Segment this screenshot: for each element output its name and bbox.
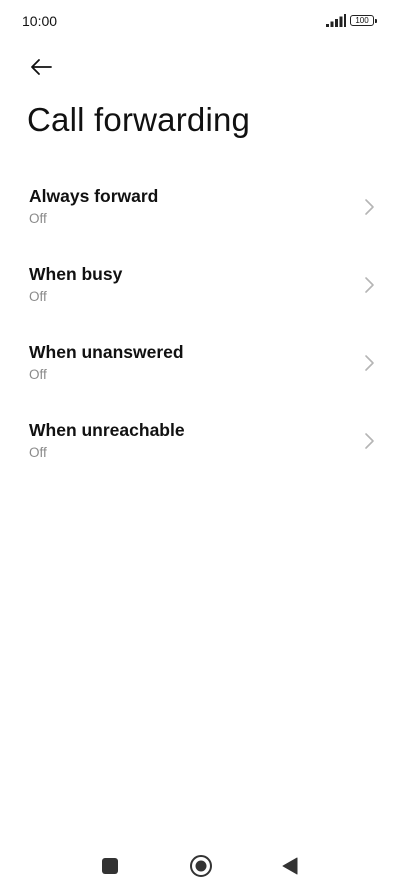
chevron-right-icon bbox=[365, 277, 374, 293]
page-title: Call forwarding bbox=[27, 101, 251, 138]
back-button[interactable] bbox=[24, 50, 58, 84]
battery-icon: 100 bbox=[350, 15, 377, 26]
navigation-bar bbox=[0, 844, 401, 892]
chevron-right-icon bbox=[365, 199, 374, 215]
item-status: Off bbox=[29, 211, 47, 226]
arrow-left-icon bbox=[31, 59, 52, 75]
recents-button[interactable] bbox=[102, 858, 118, 874]
list-item-when-busy[interactable]: When busy Off bbox=[0, 248, 401, 326]
settings-list: Always forward Off When busy Off When un… bbox=[0, 170, 401, 482]
home-button[interactable] bbox=[189, 854, 213, 878]
item-status: Off bbox=[29, 289, 47, 304]
chevron-right-icon bbox=[365, 355, 374, 371]
chevron-right-icon bbox=[365, 433, 374, 449]
item-title: When unreachable bbox=[29, 420, 185, 440]
item-status: Off bbox=[29, 367, 47, 382]
nav-back-button[interactable] bbox=[281, 856, 299, 876]
item-title: When busy bbox=[29, 264, 123, 284]
triangle-back-icon bbox=[282, 857, 298, 875]
item-title: Always forward bbox=[29, 186, 159, 206]
item-title: When unanswered bbox=[29, 342, 184, 362]
status-bar: 10:00 100 bbox=[0, 0, 401, 44]
list-item-when-unreachable[interactable]: When unreachable Off bbox=[0, 404, 401, 482]
signal-icon bbox=[326, 14, 346, 27]
item-status: Off bbox=[29, 445, 47, 460]
list-item-always-forward[interactable]: Always forward Off bbox=[0, 170, 401, 248]
battery-level: 100 bbox=[355, 16, 369, 25]
list-item-when-unanswered[interactable]: When unanswered Off bbox=[0, 326, 401, 404]
status-time: 10:00 bbox=[22, 13, 58, 29]
